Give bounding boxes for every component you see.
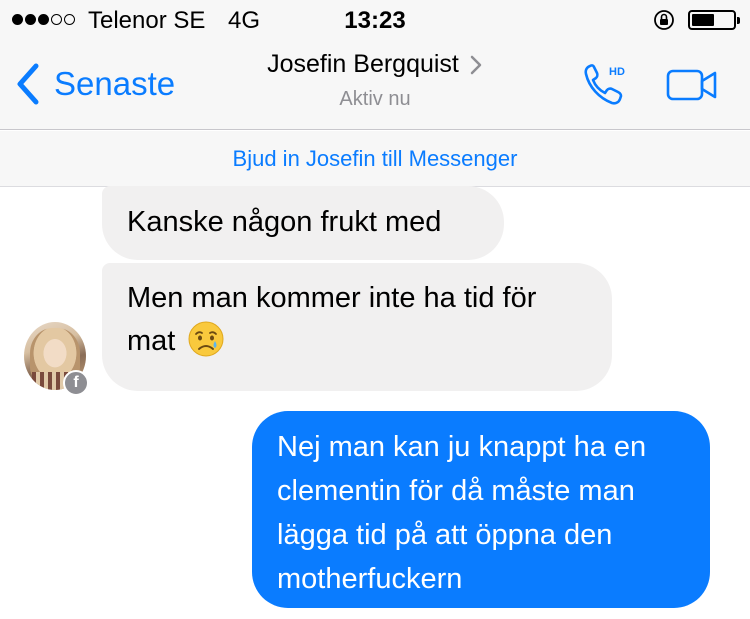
message-text: lägga tid på att öppna den bbox=[277, 519, 613, 551]
chevron-right-icon bbox=[470, 55, 482, 74]
crying-face-emoji-icon bbox=[188, 321, 224, 357]
rotation-lock-icon bbox=[654, 10, 674, 30]
message-text: mat bbox=[127, 325, 176, 357]
contact-status: Aktiv nu bbox=[339, 88, 411, 110]
message-text: clementin för då måste man bbox=[277, 475, 635, 507]
battery-icon bbox=[688, 10, 740, 30]
invite-to-messenger-link[interactable]: Bjud in Josefin till Messenger bbox=[233, 146, 518, 172]
phone-hd-icon[interactable]: HD bbox=[582, 60, 632, 108]
conversation-header: Senaste Josefin Bergquist Aktiv nu HD bbox=[0, 40, 750, 130]
message-text: Men man kommer inte ha tid för bbox=[127, 282, 537, 314]
message-text: Kanske någon frukt med bbox=[127, 206, 442, 238]
hd-badge: HD bbox=[609, 66, 625, 78]
status-bar: Telenor SE 4G 13:23 bbox=[0, 0, 750, 40]
contact-name: Josefin Bergquist bbox=[267, 50, 459, 78]
message-bubble-outgoing[interactable]: Nej man kan ju knappt ha en clementin fö… bbox=[252, 411, 710, 608]
contact-info[interactable]: Josefin Bergquist Aktiv nu bbox=[0, 50, 750, 111]
message-text: motherfuckern bbox=[277, 563, 463, 595]
message-bubble-incoming[interactable]: Kanske någon frukt med bbox=[102, 186, 504, 260]
video-camera-icon[interactable] bbox=[666, 68, 718, 102]
invite-banner: Bjud in Josefin till Messenger bbox=[0, 131, 750, 187]
message-bubble-incoming[interactable]: Men man kommer inte ha tid för mat bbox=[102, 263, 612, 391]
message-text: Nej man kan ju knappt ha en bbox=[277, 431, 647, 463]
status-time: 13:23 bbox=[344, 7, 406, 34]
facebook-icon: f bbox=[63, 370, 89, 396]
